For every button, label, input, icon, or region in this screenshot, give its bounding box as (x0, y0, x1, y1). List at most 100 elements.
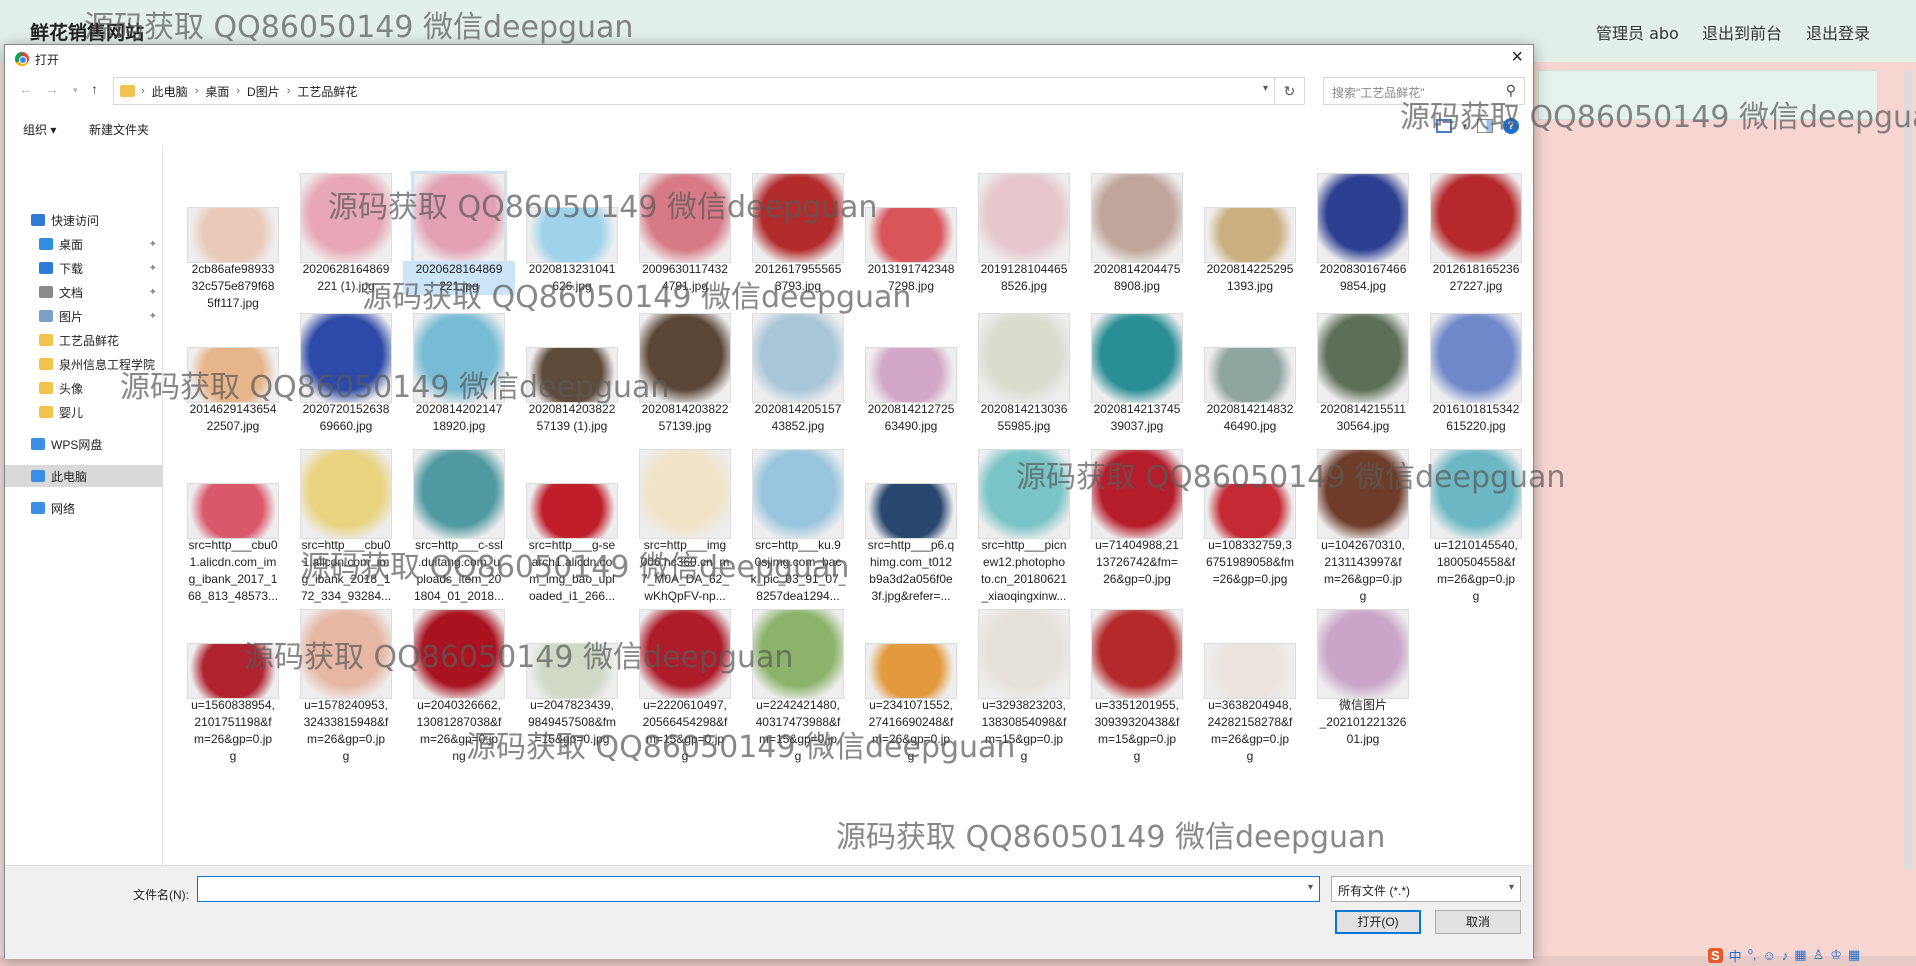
recent-dropdown-icon[interactable]: ▾ (73, 85, 78, 96)
nav-front-link[interactable]: 退出到前台 (1702, 20, 1782, 44)
file-thumbnail (526, 643, 618, 699)
file-thumbnail (526, 207, 618, 263)
nav-item[interactable]: 工艺品鲜花 (5, 329, 163, 351)
file-name: 2020814202147 18920.jpg (415, 402, 503, 433)
address-row: ← → ▾ ↑ › 此电脑 › 桌面 › D图片 › 工艺品鲜花 ▾ ↻ 搜索"… (5, 77, 1533, 107)
file-thumbnail (1430, 173, 1522, 263)
file-name: u=3351201955, 30939320438&f m=15&gp=0.jp… (1094, 698, 1180, 763)
nav-item[interactable]: 头像 (5, 377, 163, 399)
file-name: u=1560838954, 2101751198&f m=26&gp=0.jp … (191, 698, 275, 763)
nav-item[interactable]: 婴儿 (5, 401, 163, 423)
address-bar[interactable]: › 此电脑 › 桌面 › D图片 › 工艺品鲜花 ▾ ↻ (113, 77, 1305, 105)
nav-item-label: 文档 (59, 285, 84, 300)
nav-logout-link[interactable]: 退出登录 (1806, 20, 1870, 44)
breadcrumb-desktop[interactable]: 桌面 (205, 83, 229, 100)
folder-icon (39, 358, 53, 370)
file-name: u=3638204948, 24282158278&f m=26&gp=0.jp… (1207, 698, 1293, 763)
content-panel (1538, 70, 1878, 120)
search-input[interactable]: 搜索"工艺品鲜花" ⚲ (1323, 77, 1525, 105)
file-name: u=1042670310, 2131143997&f m=26&gp=0.jp … (1321, 538, 1405, 603)
breadcrumb-current-folder[interactable]: 工艺品鲜花 (297, 83, 357, 100)
nav-item[interactable]: 桌面 ✦ (5, 233, 163, 255)
file-name: u=2220610497, 20566454298&f m=15&gp=0.jp… (642, 698, 728, 763)
chevron-right-icon: › (141, 85, 145, 97)
nav-item[interactable]: 下载 ✦ (5, 257, 163, 279)
ime-grid-icon: ▦ (1847, 947, 1861, 962)
ime-keyboard-icon: ▦ (1794, 947, 1807, 962)
organize-menu[interactable]: 组织 ▾ (23, 121, 56, 138)
file-thumbnail (526, 347, 618, 403)
preview-pane-icon[interactable] (1477, 119, 1493, 133)
file-name: u=108332759,3 6751989058&fm =26&gp=0.jpg (1205, 538, 1295, 586)
help-icon[interactable]: ? (1503, 118, 1519, 134)
file-thumbnail (639, 173, 731, 263)
nav-item-label: 快速访问 (51, 213, 100, 228)
chevron-down-icon[interactable]: ▾ (1462, 121, 1467, 132)
nav-item-label: 工艺品鲜花 (59, 333, 120, 348)
chevron-right-icon: › (286, 85, 291, 97)
nav-item[interactable]: 快速访问 (5, 209, 163, 231)
cancel-button[interactable]: 取消 (1435, 910, 1521, 934)
file-thumbnail (300, 313, 392, 403)
file-thumbnail (413, 449, 505, 539)
ime-shirt-icon: ♔ (1830, 947, 1842, 962)
nav-item[interactable]: 泉州信息工程学院 (5, 353, 163, 375)
new-folder-button[interactable]: 新建文件夹 (89, 121, 149, 138)
view-mode-icon[interactable] (1436, 119, 1453, 133)
file-name: u=1210145540, 1800504558&f m=26&gp=0.jp … (1434, 538, 1518, 603)
file-thumbnail (752, 173, 844, 263)
file-thumbnail (1204, 643, 1296, 699)
ime-tray[interactable]: S 中 ⁰, ☺ ♪ ▦ ♙ ♔ ▦ (1708, 944, 1860, 966)
ime-mic-icon: ♪ (1781, 947, 1789, 963)
file-thumbnail (187, 483, 279, 539)
nav-item[interactable]: 此电脑 (5, 465, 163, 487)
file-thumbnail (1204, 483, 1296, 539)
pin-icon: ✦ (148, 262, 157, 274)
chevron-down-icon[interactable]: ▾ (1308, 882, 1313, 893)
file-name: u=3293823203, 13830854098&f m=15&gp=0.jp… (981, 698, 1067, 763)
file-thumbnail (865, 347, 957, 403)
file-type-select[interactable]: 所有文件 (*.*) ▾ (1331, 876, 1521, 902)
pictures-icon (39, 310, 53, 322)
nav-item[interactable]: 网络 (5, 497, 163, 519)
file-name: 2013191742348 7298.jpg (867, 262, 955, 293)
file-name: 2cb86afe98933 32c575e879f68 5ff117.jpg (191, 262, 275, 310)
nav-item[interactable]: WPS网盘 (5, 433, 163, 455)
nav-admin-link[interactable]: 管理员 abo (1596, 20, 1679, 44)
forward-arrow-icon[interactable]: → (45, 81, 59, 97)
file-name: u=2242421480, 40317473988&f m=15&gp=0.jp… (755, 698, 841, 763)
file-thumbnail (1430, 313, 1522, 403)
file-thumbnail (1204, 347, 1296, 403)
file-thumbnail (413, 313, 505, 403)
file-name: 2020830167466 9854.jpg (1319, 262, 1407, 293)
file-thumbnail (752, 449, 844, 539)
file-thumbnail (411, 171, 507, 265)
file-thumbnail (978, 609, 1070, 699)
search-icon: ⚲ (1505, 82, 1516, 98)
nav-item[interactable]: 图片 ✦ (5, 305, 163, 327)
nav-item[interactable]: 文档 ✦ (5, 281, 163, 303)
nav-item-label: 下载 (59, 261, 84, 276)
file-name: 2020814203822 57139 (1).jpg (528, 402, 616, 433)
file-name: 2012618165236 27227.jpg (1432, 262, 1520, 293)
file-name: src=http___g-se arch1.alicdn.co m_img_ba… (528, 538, 616, 603)
download-icon (39, 262, 53, 274)
file-name: u=2040326662, 13081287038&f m=26&gp=0.jp… (416, 698, 502, 763)
breadcrumb-d-pictures[interactable]: D图片 (247, 83, 280, 100)
up-arrow-icon[interactable]: ↑ (91, 81, 98, 97)
back-arrow-icon[interactable]: ← (19, 81, 33, 97)
breadcrumb-this-pc[interactable]: 此电脑 (152, 83, 188, 100)
chrome-icon (15, 52, 29, 66)
ime-punct-icon: ⁰, (1747, 947, 1757, 962)
file-thumbnail (1317, 609, 1409, 699)
page-scrollbar[interactable] (1904, 70, 1912, 870)
dialog-titlebar[interactable]: 打开 × (5, 45, 1533, 73)
refresh-icon[interactable]: ↻ (1274, 78, 1304, 104)
chevron-down-icon[interactable]: ▾ (1263, 83, 1268, 94)
close-icon[interactable]: × (1511, 46, 1523, 69)
file-name: 2020814215511 30564.jpg (1320, 402, 1406, 433)
file-thumbnail (300, 449, 392, 539)
open-button[interactable]: 打开(O) (1335, 910, 1421, 934)
filename-input[interactable]: ▾ (197, 876, 1320, 902)
file-name: 2020720152638 69660.jpg (302, 402, 390, 433)
